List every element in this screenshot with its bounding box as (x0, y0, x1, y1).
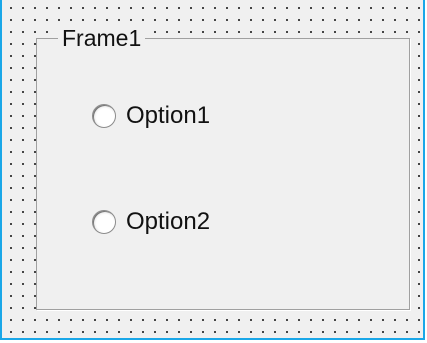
option2-radio[interactable]: Option2 (92, 208, 210, 236)
option1-radio[interactable]: Option1 (92, 102, 210, 130)
radio-circle-icon[interactable] (92, 104, 116, 128)
radio-circle-icon[interactable] (92, 210, 116, 234)
frame-groupbox[interactable] (36, 38, 410, 310)
form-design-surface[interactable]: Frame1 Option1 Option2 (0, 0, 425, 340)
frame-body (37, 39, 409, 309)
option2-label[interactable]: Option2 (126, 208, 210, 236)
frame-caption: Frame1 (58, 24, 146, 52)
option1-label[interactable]: Option1 (126, 102, 210, 130)
